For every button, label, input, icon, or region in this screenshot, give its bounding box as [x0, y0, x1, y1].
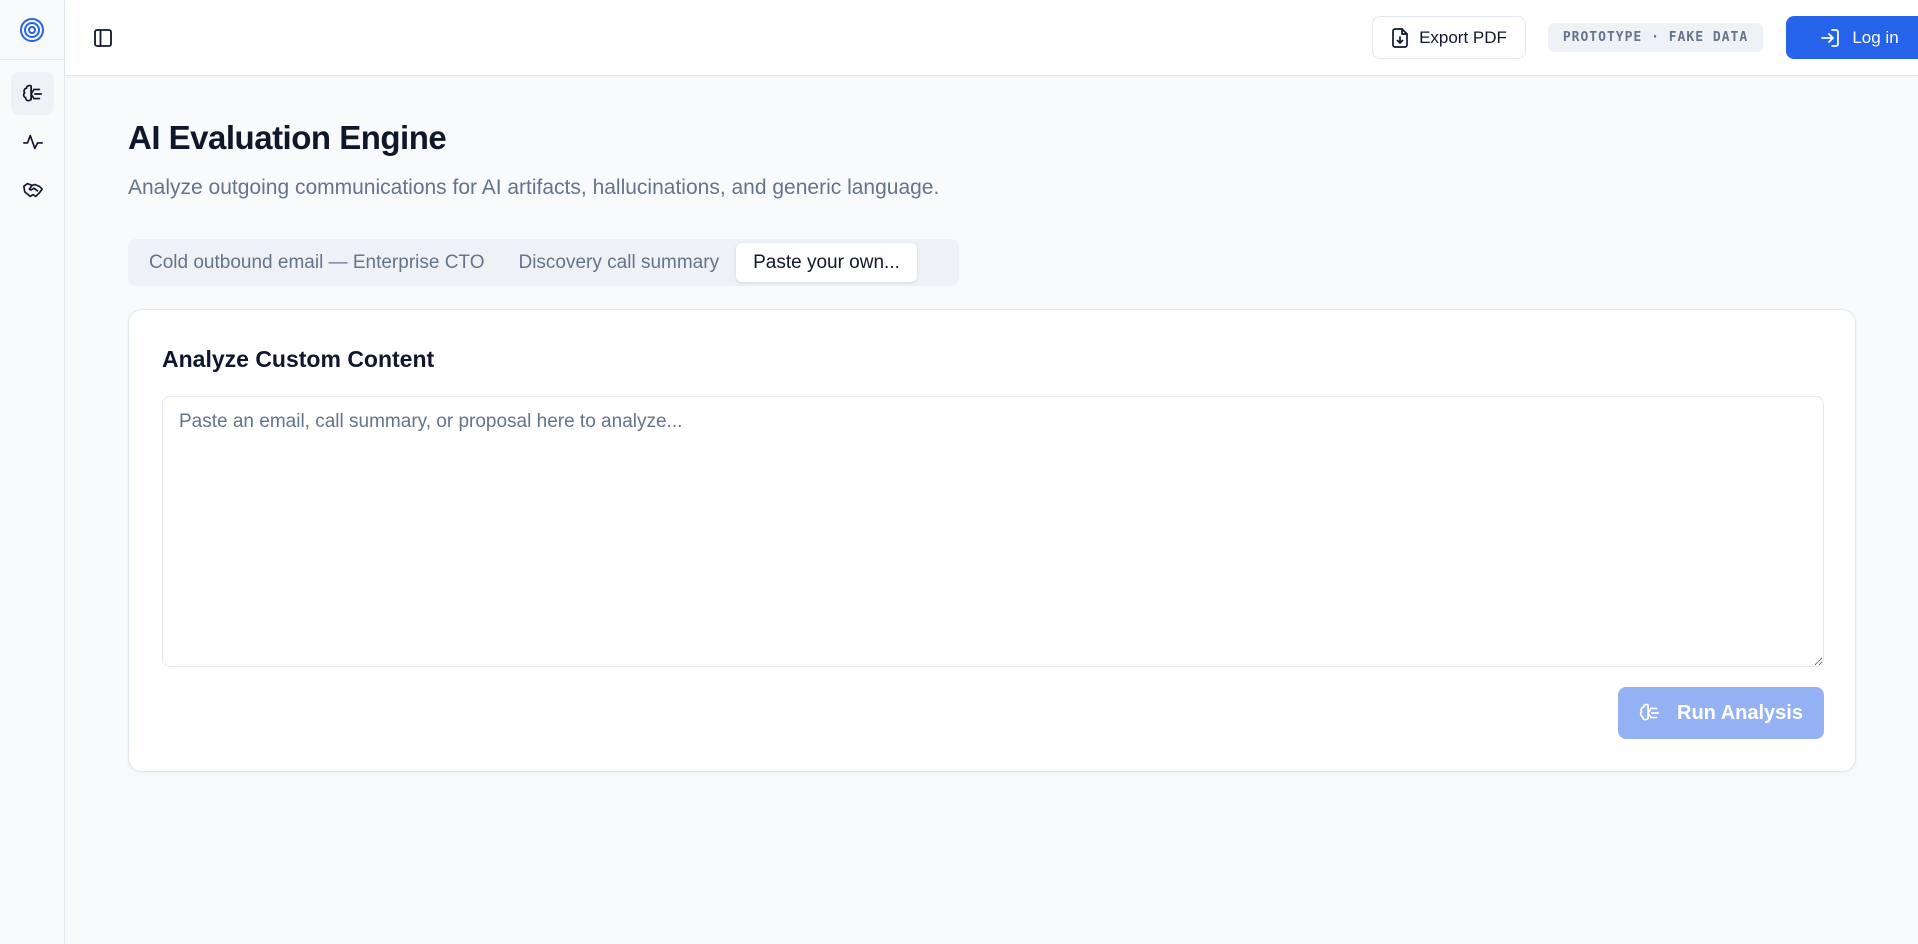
login-label: Log in [1852, 27, 1899, 47]
sample-tabs: Cold outbound email — Enterprise CTO Dis… [128, 239, 959, 286]
rail-item-activity[interactable] [11, 120, 54, 163]
icon-rail [0, 0, 65, 944]
app-logo[interactable] [0, 0, 64, 60]
tab-cold-outbound-email[interactable]: Cold outbound email — Enterprise CTO [132, 243, 501, 282]
rail-item-evaluation[interactable] [11, 72, 54, 115]
brain-icon [22, 84, 42, 101]
panel-left-icon [94, 29, 112, 47]
page-title: AI Evaluation Engine [128, 119, 447, 156]
file-download-icon [1392, 27, 1408, 48]
handshake-icon [22, 182, 43, 197]
top-bar: Export PDF PROTOTYPE · FAKE DATA Log in [65, 0, 1918, 76]
brain-icon [1639, 703, 1660, 721]
prototype-badge: PROTOTYPE · FAKE DATA [1548, 23, 1763, 52]
sidebar-toggle-button[interactable] [89, 24, 117, 52]
run-analysis-label: Run Analysis [1677, 701, 1803, 724]
tab-discovery-call-summary[interactable]: Discovery call summary [501, 243, 736, 282]
analyze-card: Analyze Custom Content Run Analysis [128, 309, 1856, 772]
export-pdf-label: Export PDF [1419, 27, 1507, 47]
export-pdf-button[interactable]: Export PDF [1372, 16, 1526, 59]
log-in-icon [1821, 28, 1840, 47]
rail-item-deals[interactable] [11, 168, 54, 211]
tab-paste-your-own[interactable]: Paste your own... [736, 243, 917, 282]
content-input[interactable] [162, 396, 1824, 667]
activity-icon [22, 134, 43, 149]
target-logo-icon [20, 17, 44, 42]
run-analysis-button[interactable]: Run Analysis [1618, 687, 1824, 739]
page-subtitle: Analyze outgoing communications for AI a… [128, 176, 940, 199]
card-title: Analyze Custom Content [162, 346, 435, 372]
login-button[interactable]: Log in [1786, 16, 1918, 59]
